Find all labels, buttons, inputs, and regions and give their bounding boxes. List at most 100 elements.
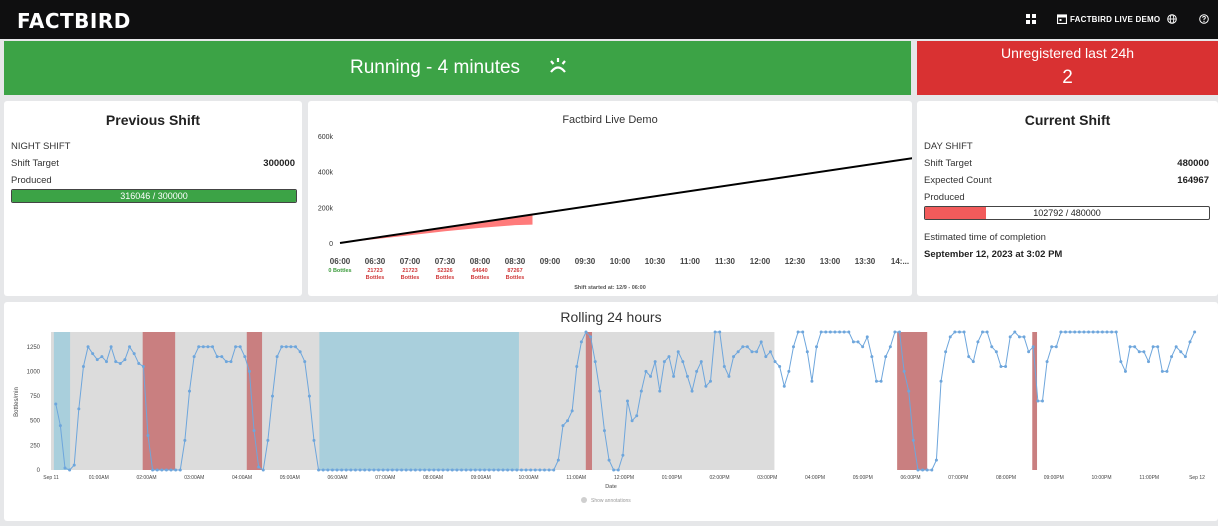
globe-icon[interactable] (1167, 14, 1177, 24)
data-point (137, 362, 141, 366)
data-point (174, 468, 178, 472)
data-point (289, 345, 293, 349)
data-point (842, 330, 846, 334)
data-point (625, 399, 629, 403)
data-point (782, 384, 786, 388)
data-point (340, 468, 344, 472)
data-point (280, 345, 284, 349)
data-point (589, 335, 593, 339)
x-tick-label: 06:00AM (327, 475, 347, 481)
data-point (317, 468, 321, 472)
data-point (284, 345, 288, 349)
data-point (483, 468, 487, 472)
data-point (1183, 355, 1187, 359)
data-point (547, 468, 551, 472)
data-point (1017, 335, 1021, 339)
x-tick-label: 10:00PM (1091, 475, 1111, 481)
data-point (898, 330, 902, 334)
x-tick-label: 02:00PM (709, 475, 729, 481)
x-tick-label: 09:30 (575, 257, 596, 266)
x-tick-label: 11:00PM (1139, 475, 1159, 481)
data-point (206, 345, 210, 349)
data-point (220, 355, 224, 359)
data-point (699, 360, 703, 364)
data-point (1087, 330, 1091, 334)
data-point (658, 389, 662, 393)
stop-region (319, 332, 519, 470)
stop-region (246, 332, 263, 470)
data-point (275, 355, 279, 359)
previous-shift-progress-text: 316046 / 300000 (120, 191, 188, 201)
data-point (994, 350, 998, 354)
data-point (270, 394, 274, 398)
bucket-count-label: 0 Bottles (328, 268, 351, 274)
data-point (971, 360, 975, 364)
data-point (104, 360, 108, 364)
data-point (865, 335, 869, 339)
chart-title: Factbird Live Demo (562, 114, 657, 126)
calendar-icon[interactable] (1057, 14, 1067, 24)
unregistered-label: Unregistered last 24h (1000, 45, 1135, 61)
data-point (1142, 350, 1146, 354)
data-point (685, 374, 689, 378)
x-tick-label: 03:00PM (757, 475, 777, 481)
target-line (339, 156, 918, 244)
machine-running-icon (550, 58, 566, 73)
data-point (1064, 330, 1068, 334)
data-point (460, 468, 464, 472)
data-point (630, 419, 634, 423)
data-point (469, 468, 473, 472)
data-point (884, 355, 888, 359)
previous-shift-target-label: Shift Target (11, 158, 59, 169)
data-point (579, 340, 583, 344)
bucket-count-unit: Bottles (506, 275, 525, 281)
data-point (893, 330, 897, 334)
x-tick-label: 01:00AM (89, 475, 109, 481)
data-point (570, 409, 574, 413)
data-point (930, 468, 934, 472)
x-tick-label: 04:00PM (805, 475, 825, 481)
data-point (1170, 355, 1174, 359)
data-point (745, 345, 749, 349)
running-status-banner[interactable]: Running - 4 minutes (4, 41, 911, 95)
data-point (413, 468, 417, 472)
data-point (575, 365, 579, 368)
data-point (732, 355, 736, 359)
data-point (86, 345, 90, 349)
data-point (1114, 330, 1118, 334)
data-point (81, 365, 85, 368)
grid-icon[interactable] (1026, 14, 1036, 24)
data-point (436, 468, 440, 472)
current-shift-card: Current Shift DAY SHIFT Shift Target 480… (917, 101, 1218, 296)
x-tick-label: 05:00AM (280, 475, 300, 481)
data-point (400, 468, 404, 472)
data-point (612, 468, 616, 472)
data-point (1022, 335, 1026, 339)
data-point (639, 389, 643, 393)
data-point (616, 468, 620, 472)
x-tick-label: 06:30 (365, 257, 386, 266)
y-axis-label: Bottles/min (14, 387, 20, 417)
data-point (681, 360, 685, 364)
site-selector-label[interactable]: FACTBIRD LIVE DEMO (1070, 15, 1160, 24)
current-shift-title: Current Shift (1024, 112, 1111, 128)
stop-region (1032, 332, 1038, 470)
y-tick-label: 250 (30, 443, 41, 449)
factbird-logo[interactable]: FACTBIRD (17, 9, 131, 33)
data-point (667, 355, 671, 359)
data-point (1133, 345, 1137, 349)
data-point (598, 389, 602, 393)
running-status-text: Running - 4 minutes (350, 57, 521, 78)
show-annotations-toggle[interactable]: Show annotations (591, 498, 631, 504)
help-icon[interactable] (1199, 14, 1209, 24)
unregistered-stops-banner[interactable]: Unregistered last 24h 2 (917, 41, 1218, 95)
data-point (755, 350, 759, 354)
data-point (676, 350, 680, 354)
data-point (506, 468, 510, 472)
data-point (307, 394, 311, 398)
data-point (649, 374, 653, 378)
data-point (243, 355, 247, 359)
x-tick-label: 13:00 (820, 257, 841, 266)
data-point (801, 330, 805, 334)
x-tick-label: 12:00PM (614, 475, 634, 481)
